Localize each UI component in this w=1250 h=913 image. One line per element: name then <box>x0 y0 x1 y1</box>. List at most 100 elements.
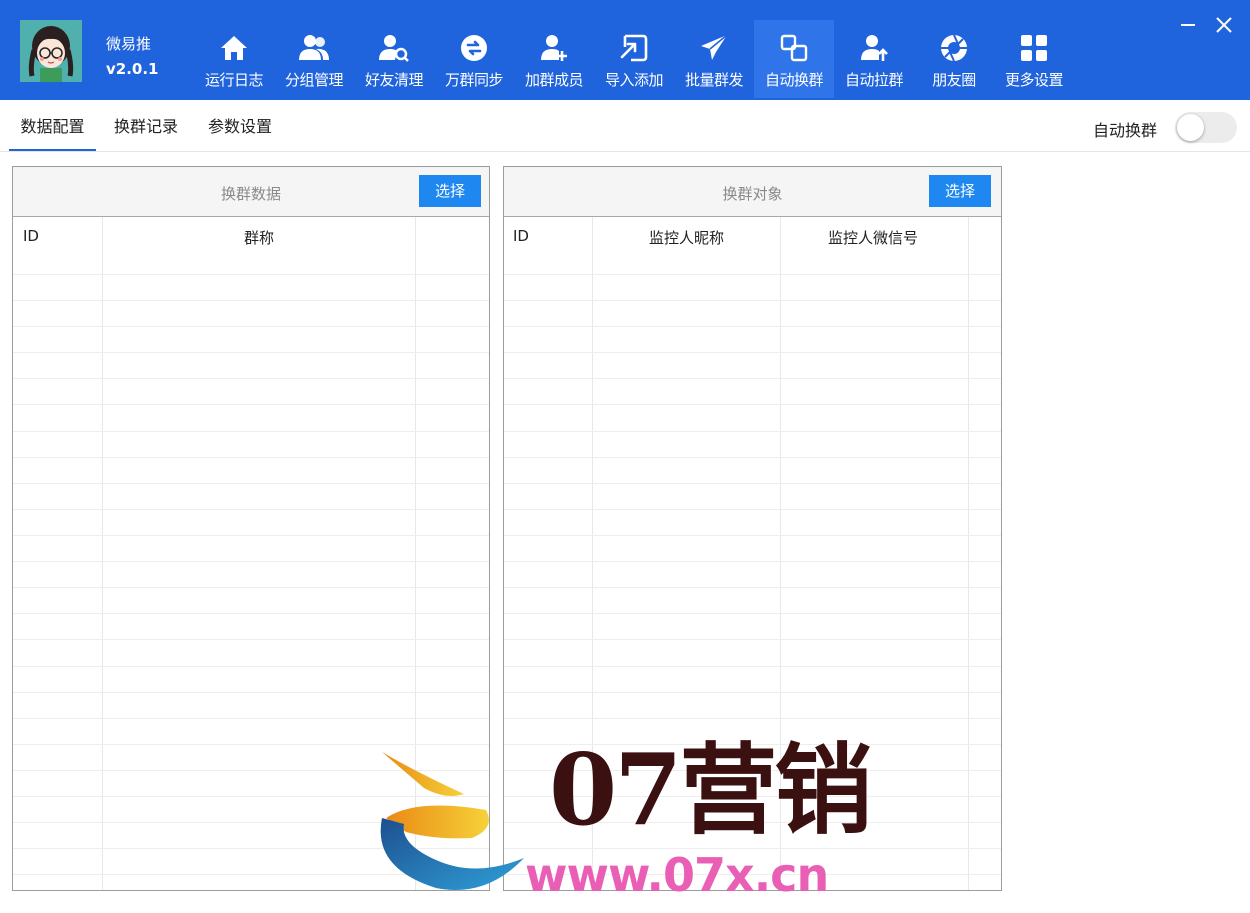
column-header-id: ID <box>23 227 39 245</box>
row-divider <box>13 509 489 510</box>
row-divider <box>13 431 489 432</box>
tab-param-settings[interactable]: 参数设置 <box>200 100 280 151</box>
apps-grid-icon <box>1018 32 1050 64</box>
main-nav: 运行日志 分组管理 好友清理 万群同步 加群成员 导入添加 批量群发 自动换群 … <box>194 20 1074 100</box>
row-divider <box>13 561 489 562</box>
row-divider <box>504 483 1001 484</box>
sync-icon <box>458 32 490 64</box>
row-divider <box>504 509 1001 510</box>
close-icon[interactable] <box>1211 12 1237 38</box>
tab-bar: 数据配置 换群记录 参数设置 自动换群 <box>0 100 1250 152</box>
nav-label: 更多设置 <box>1004 71 1064 89</box>
nav-moments[interactable]: 朋友圈 <box>914 20 994 98</box>
toggle-label: 自动换群 <box>1093 121 1158 140</box>
row-divider <box>504 561 1001 562</box>
aperture-icon <box>938 32 970 64</box>
watermark-url: www.07x.cn <box>525 848 829 902</box>
nav-run-log[interactable]: 运行日志 <box>194 20 274 98</box>
send-plane-icon <box>698 32 730 64</box>
row-divider <box>13 274 489 275</box>
nav-import-add[interactable]: 导入添加 <box>594 20 674 98</box>
row-divider <box>13 639 489 640</box>
column-header-id: ID <box>513 227 529 245</box>
user-search-icon <box>378 32 410 64</box>
row-divider <box>13 535 489 536</box>
row-divider <box>504 718 1001 719</box>
column-divider <box>968 217 969 890</box>
column-header-monitor-wechat-id: 监控人微信号 <box>828 229 919 247</box>
nav-label: 自动拉群 <box>844 71 904 89</box>
row-divider <box>13 666 489 667</box>
watermark-logo <box>376 748 526 898</box>
row-divider <box>504 431 1001 432</box>
row-divider <box>504 587 1001 588</box>
nav-label: 分组管理 <box>284 71 344 89</box>
toggle-knob <box>1177 114 1204 141</box>
row-divider <box>504 352 1001 353</box>
row-divider <box>504 666 1001 667</box>
column-header-group-name: 群称 <box>244 229 275 247</box>
row-divider <box>13 692 489 693</box>
row-divider <box>13 483 489 484</box>
nav-label: 批量群发 <box>684 71 744 89</box>
row-divider <box>504 404 1001 405</box>
import-icon <box>618 32 650 64</box>
row-divider <box>13 613 489 614</box>
avatar-illustration <box>20 20 82 82</box>
nav-auto-switch-group[interactable]: 自动换群 <box>754 20 834 98</box>
nav-add-members[interactable]: 加群成员 <box>514 20 594 98</box>
row-divider <box>504 457 1001 458</box>
add-member-icon <box>538 32 570 64</box>
nav-group-sync[interactable]: 万群同步 <box>434 20 514 98</box>
auto-switch-toggle[interactable] <box>1175 112 1237 143</box>
home-icon <box>218 32 250 64</box>
select-data-button[interactable]: 选择 <box>419 175 481 207</box>
nav-friend-clean[interactable]: 好友清理 <box>354 20 434 98</box>
app-name: 微易推 <box>106 35 152 53</box>
nav-batch-send[interactable]: 批量群发 <box>674 20 754 98</box>
watermark-title: 07营销 <box>549 733 872 848</box>
nav-more-settings[interactable]: 更多设置 <box>994 20 1074 98</box>
pull-group-icon <box>858 32 890 64</box>
panel-title: 换群对象 <box>722 185 783 203</box>
row-divider <box>504 300 1001 301</box>
row-divider <box>13 326 489 327</box>
row-divider <box>13 300 489 301</box>
avatar <box>20 20 82 82</box>
nav-label: 自动换群 <box>764 71 824 89</box>
column-header-monitor-nickname: 监控人昵称 <box>649 229 725 247</box>
tab-switch-record[interactable]: 换群记录 <box>105 100 187 151</box>
row-divider <box>13 378 489 379</box>
panel-header: 换群数据 选择 <box>13 167 489 217</box>
row-divider <box>13 457 489 458</box>
row-divider <box>504 613 1001 614</box>
nav-auto-pull-group[interactable]: 自动拉群 <box>834 20 914 98</box>
row-divider <box>504 274 1001 275</box>
row-divider <box>504 326 1001 327</box>
nav-label: 导入添加 <box>604 71 664 89</box>
switch-group-icon <box>778 32 810 64</box>
tab-data-config[interactable]: 数据配置 <box>9 100 96 151</box>
group-users-icon <box>298 32 330 64</box>
nav-label: 万群同步 <box>444 71 504 89</box>
select-target-button[interactable]: 选择 <box>929 175 991 207</box>
row-divider <box>13 404 489 405</box>
row-divider <box>13 352 489 353</box>
column-divider <box>102 217 103 890</box>
row-divider <box>13 718 489 719</box>
title-bar: 微易推 v2.0.1 运行日志 分组管理 好友清理 万群同步 加群成员 导入添加… <box>0 0 1250 100</box>
nav-label: 运行日志 <box>204 71 264 89</box>
nav-label: 加群成员 <box>524 71 584 89</box>
app-version: v2.0.1 <box>106 60 159 78</box>
minimize-icon[interactable] <box>1175 12 1201 38</box>
row-divider <box>13 744 489 745</box>
panel-header: 换群对象 选择 <box>504 167 1001 217</box>
row-divider <box>504 535 1001 536</box>
nav-group-manage[interactable]: 分组管理 <box>274 20 354 98</box>
panel-title: 换群数据 <box>220 185 281 203</box>
row-divider <box>504 639 1001 640</box>
nav-label: 好友清理 <box>364 71 424 89</box>
nav-label: 朋友圈 <box>932 71 976 89</box>
row-divider <box>504 692 1001 693</box>
row-divider <box>13 587 489 588</box>
